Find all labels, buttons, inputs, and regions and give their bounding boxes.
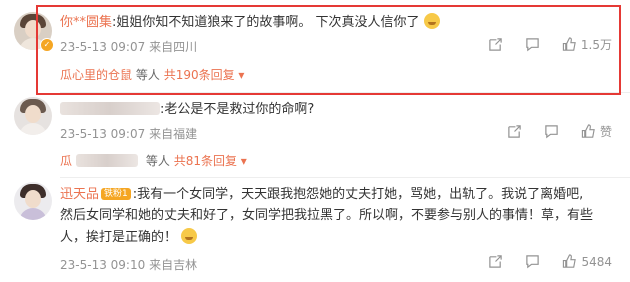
comment-text: :老公是不是救过你的命啊? — [160, 102, 315, 117]
comment-text-line: 人，挨打是正确的！ — [60, 230, 178, 245]
share-icon — [489, 255, 503, 268]
avatar[interactable] — [14, 97, 52, 135]
reply-user-name[interactable]: 瓜 — [60, 154, 72, 168]
like-count: 赞 — [599, 125, 612, 139]
reply-count[interactable]: 共81条回复 — [174, 154, 237, 168]
comment-text-line: :我有一个女同学，天天跟我抱怨她的丈夫打她，骂她，出轨了。我说了离婚吧, — [132, 187, 584, 202]
comment-time: 23-5-13 09:10 — [60, 258, 146, 272]
reply-suffix: 等人 — [145, 154, 170, 168]
blurred-name — [76, 154, 139, 167]
like-button[interactable]: 5484 — [562, 254, 612, 269]
comment-icon — [526, 255, 540, 269]
comment-button[interactable] — [525, 254, 540, 269]
reply-summary[interactable]: 瓜 等人 共81条回复 ▾ — [60, 152, 247, 169]
fan-badge: 铁粉1 — [101, 188, 131, 200]
share-button[interactable] — [488, 254, 503, 269]
share-button[interactable] — [507, 124, 522, 139]
comment-location: 来自吉林 — [149, 258, 198, 272]
comment-icon — [545, 125, 558, 139]
like-button[interactable]: 赞 — [581, 123, 612, 140]
chevron-down-icon: ▾ — [240, 154, 247, 168]
commenter-name[interactable]: 迅天品 — [60, 187, 99, 202]
like-icon — [563, 254, 577, 268]
comment-text-line: 然后女同学和她的丈夫和好了，女同学把我拉黑了。所以啊，不要参与别人的事情！草，有… — [60, 208, 594, 223]
comment-button[interactable] — [544, 124, 559, 139]
like-count: 5484 — [581, 254, 612, 269]
blurred-name — [60, 102, 160, 115]
divider — [60, 177, 630, 178]
avatar[interactable] — [14, 182, 52, 220]
comment-location: 来自福建 — [149, 127, 198, 141]
share-icon — [508, 125, 521, 138]
highlight-box — [36, 5, 621, 95]
like-icon — [581, 124, 595, 138]
emoji-icon — [181, 228, 198, 244]
comment-time: 23-5-13 09:07 — [60, 127, 146, 141]
